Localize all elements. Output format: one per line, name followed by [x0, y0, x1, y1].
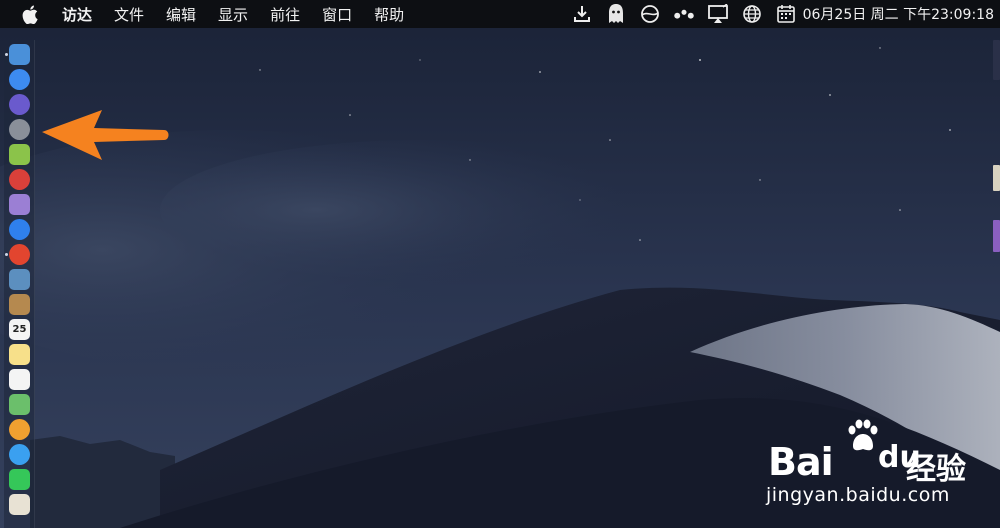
preview-icon[interactable]: [9, 269, 30, 290]
dots-icon[interactable]: [673, 3, 695, 25]
notes-icon[interactable]: [9, 344, 30, 365]
ghost-icon[interactable]: [605, 3, 627, 25]
menu-bar: 访达 文件 编辑 显示 前往 窗口 帮助 06月25日 周二 下午23:09:1…: [0, 0, 1000, 28]
download-icon[interactable]: [571, 3, 593, 25]
menu-edit[interactable]: 编辑: [166, 4, 196, 25]
contacts-icon[interactable]: [9, 294, 30, 315]
globe-cloud-icon[interactable]: [639, 3, 661, 25]
menu-help[interactable]: 帮助: [374, 4, 404, 25]
watermark-jingyan: 经验: [906, 452, 966, 487]
photos-icon[interactable]: [9, 419, 30, 440]
reminders-icon[interactable]: [9, 369, 30, 390]
menu-go[interactable]: 前往: [270, 4, 300, 25]
android-icon[interactable]: [9, 144, 30, 165]
siri-icon[interactable]: [9, 94, 30, 115]
edge-window-thumb[interactable]: [993, 165, 1000, 191]
launchpad-icon[interactable]: [9, 119, 30, 140]
watermark-url: jingyan.baidu.com: [766, 484, 950, 506]
calculator-icon[interactable]: [9, 194, 30, 215]
dock: 25: [4, 40, 35, 528]
facetime-icon[interactable]: [9, 469, 30, 490]
baidu-paw-icon: [848, 419, 878, 451]
red-app-icon[interactable]: [9, 169, 30, 190]
menu-finder[interactable]: 访达: [62, 4, 92, 25]
app-store-icon[interactable]: [9, 69, 30, 90]
calendar-icon[interactable]: 25: [9, 319, 30, 340]
running-indicator: [5, 253, 8, 256]
edge-window-thumb[interactable]: [993, 220, 1000, 252]
menu-window[interactable]: 窗口: [322, 4, 352, 25]
orange-arrow-annotation: [42, 110, 169, 160]
language-globe-icon[interactable]: [741, 3, 763, 25]
clock[interactable]: 06月25日 周二 下午23:09:18: [803, 4, 994, 24]
watermark-bai: Bai: [768, 440, 834, 484]
messages-icon[interactable]: [9, 444, 30, 465]
calendar-date-label: 25: [12, 324, 27, 335]
chrome-icon[interactable]: [9, 244, 30, 265]
menu-file[interactable]: 文件: [114, 4, 144, 25]
finder-icon[interactable]: [9, 44, 30, 65]
baidu-jingyan-watermark: Bai du 经验 jingyan.baidu.com: [766, 418, 996, 514]
calendar-icon[interactable]: [775, 3, 797, 25]
menu-view[interactable]: 显示: [218, 4, 248, 25]
maps-icon[interactable]: [9, 394, 30, 415]
apple-icon[interactable]: [22, 4, 40, 24]
safari-icon[interactable]: [9, 219, 30, 240]
running-indicator: [5, 53, 8, 56]
edge-window-thumb[interactable]: [993, 40, 1000, 80]
status-area: 06月25日 周二 下午23:09:18: [559, 0, 994, 28]
airplay-icon[interactable]: [707, 3, 729, 25]
textedit-icon[interactable]: [9, 494, 30, 515]
